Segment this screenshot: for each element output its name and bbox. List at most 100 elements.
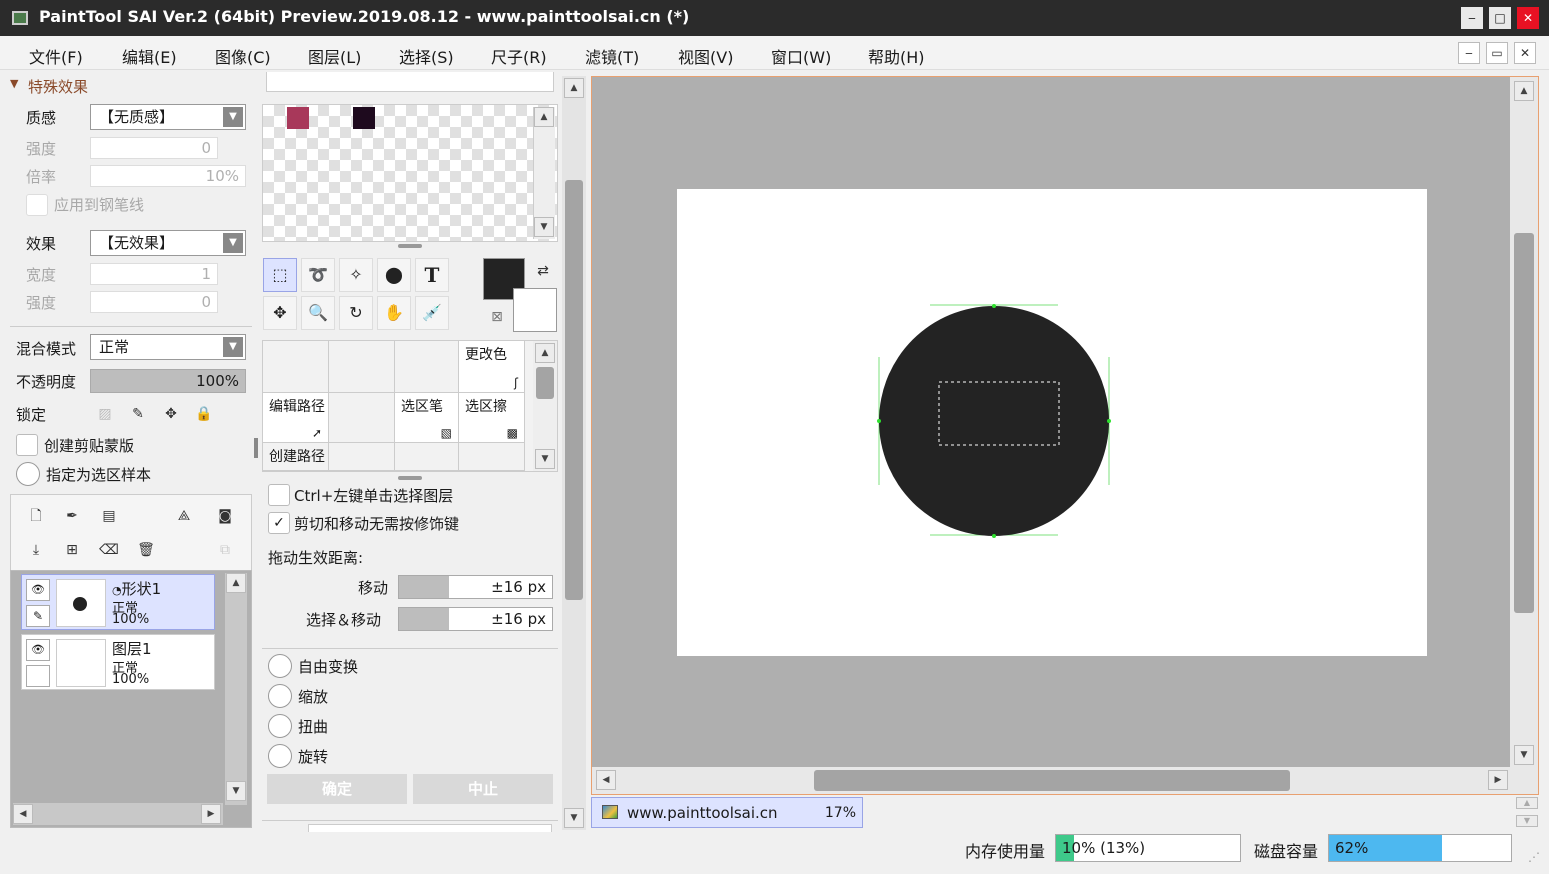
mdi-minimize-button[interactable]: ‒ (1458, 42, 1480, 64)
cancel-button[interactable]: 中止 (413, 774, 553, 804)
grid-cell[interactable] (329, 393, 395, 443)
new-folder-icon[interactable]: ▤ (96, 503, 122, 529)
layer-link-icon[interactable]: ⧉ (212, 537, 238, 563)
close-button[interactable]: ✕ (1517, 7, 1539, 29)
tab-scroll-up-icon[interactable]: ▲ (1516, 797, 1538, 809)
grid-cell[interactable] (459, 443, 525, 471)
move-distance-slider[interactable]: ±16 px (398, 575, 553, 599)
scroll-up-icon[interactable]: ▲ (1514, 81, 1534, 101)
menu-select[interactable]: 选择(S) (399, 44, 454, 68)
menu-filter[interactable]: 滤镜(T) (585, 44, 639, 68)
resize-grip-icon[interactable]: ⋰ (1528, 850, 1540, 864)
menu-edit[interactable]: 编辑(E) (122, 44, 177, 68)
canvas-hscrollbar[interactable]: ◀ ▶ (592, 767, 1538, 794)
document-tab[interactable]: www.painttoolsai.cn 17% (591, 797, 863, 828)
rotate-tool[interactable]: ↻ (339, 296, 373, 330)
circle-shape[interactable] (879, 306, 1109, 536)
effects-header[interactable]: 特殊效果 (28, 76, 88, 97)
shape-tool[interactable]: ⬤ (377, 258, 411, 292)
maximize-button[interactable]: □ (1489, 7, 1511, 29)
tool-panel-scroll-thumb[interactable] (565, 180, 583, 600)
swatch-1[interactable] (353, 107, 375, 129)
layer-item-shape1[interactable]: 👁 ✎ ◔形状1 正常 100% (21, 574, 215, 630)
minimize-button[interactable]: ‒ (1461, 7, 1483, 29)
scroll-down-icon[interactable]: ▼ (534, 217, 554, 237)
grid-cell[interactable] (395, 341, 459, 393)
scroll-up-icon[interactable]: ▲ (534, 107, 554, 127)
color-wheel-area[interactable] (266, 72, 554, 92)
effect-dropdown[interactable]: 【无效果】 ▼ (90, 230, 246, 256)
canvas-viewport[interactable]: ▲ ▼ ◀ ▶ (591, 76, 1539, 795)
text-tool[interactable]: T (415, 258, 449, 292)
clear-layer-icon[interactable]: ⌫ (96, 537, 122, 563)
sel-move-distance-slider[interactable]: ±16 px (398, 607, 553, 631)
anchor-point[interactable] (992, 534, 996, 538)
menu-image[interactable]: 图像(C) (215, 44, 271, 68)
menu-help[interactable]: 帮助(H) (868, 44, 925, 68)
menu-view[interactable]: 视图(V) (678, 44, 733, 68)
scroll-left-icon[interactable]: ◀ (596, 770, 616, 790)
lock-all-icon[interactable]: 🔒 (191, 401, 217, 427)
canvas-hscroll-thumb[interactable] (814, 770, 1290, 791)
scroll-down-icon[interactable]: ▼ (564, 808, 584, 828)
hand-tool[interactable]: ✋ (377, 296, 411, 330)
layer-list-hscrollbar[interactable]: ◀ ▶ (13, 803, 223, 825)
mask-icon[interactable]: ⟁ (171, 503, 197, 529)
free-transform-radio[interactable] (268, 654, 292, 678)
anchor-point[interactable] (1107, 419, 1111, 423)
mdi-close-button[interactable]: ✕ (1514, 42, 1536, 64)
mdi-restore-button[interactable]: ▭ (1486, 42, 1508, 64)
scroll-up-icon[interactable]: ▲ (535, 343, 555, 363)
canvas-svg[interactable] (592, 77, 1538, 767)
sample-radio[interactable] (16, 462, 40, 486)
scroll-right-icon[interactable]: ▶ (201, 804, 221, 824)
tool-panel-scrollbar[interactable]: ▲ ▼ (562, 76, 586, 830)
grid-cell[interactable] (395, 443, 459, 471)
blend-mode-dropdown[interactable]: 正常 ▼ (90, 334, 246, 360)
lock-draw-icon[interactable]: ✎ (125, 401, 151, 427)
zoom-tool[interactable]: 🔍 (301, 296, 335, 330)
swap-colors-icon[interactable]: ⇄ (530, 258, 556, 284)
swatch-scrollbar[interactable]: ▲ ▼ (533, 107, 555, 239)
layer-item-layer1[interactable]: 👁 图层1 正常 100% (21, 634, 215, 690)
transparent-color-icon[interactable]: ⊠ (484, 304, 510, 330)
lasso-tool[interactable]: ➰ (301, 258, 335, 292)
scroll-up-icon[interactable]: ▲ (564, 78, 584, 98)
opacity-slider[interactable]: 100% (90, 369, 246, 393)
new-pen-layer-icon[interactable]: ✒ (59, 503, 85, 529)
shortcut-edit-path[interactable]: 编辑路径 ➚ (263, 393, 329, 443)
menu-ruler[interactable]: 尺子(R) (491, 44, 547, 68)
scroll-down-icon[interactable]: ▼ (226, 781, 246, 801)
layer-lock-box[interactable] (26, 665, 50, 687)
strength-field[interactable]: 0 (90, 137, 218, 159)
canvas-vscroll-thumb[interactable] (1514, 233, 1534, 613)
swatch-0[interactable] (287, 107, 309, 129)
grid-cell[interactable] (329, 443, 395, 471)
layer-list-scrollbar[interactable]: ▲ ▼ (225, 573, 247, 805)
strength2-field[interactable]: 0 (90, 291, 218, 313)
lock-move-icon[interactable]: ✥ (158, 401, 184, 427)
magic-wand-tool[interactable]: ✧ (339, 258, 373, 292)
menu-window[interactable]: 窗口(W) (771, 44, 831, 68)
scroll-right-icon[interactable]: ▶ (1488, 770, 1508, 790)
bottom-field[interactable] (308, 824, 552, 832)
texture-dropdown[interactable]: 【无质感】 ▼ (90, 104, 246, 130)
ok-button[interactable]: 确定 (267, 774, 407, 804)
grid-scrollbar[interactable]: ▲ ▼ (533, 341, 557, 471)
scroll-left-icon[interactable]: ◀ (13, 804, 33, 824)
clip-mask-checkbox[interactable] (16, 434, 38, 456)
grid-scroll-thumb[interactable] (536, 367, 554, 399)
grid-cell[interactable] (329, 341, 395, 393)
tab-scroll-down-icon[interactable]: ▼ (1516, 815, 1538, 827)
collapse-triangle-icon[interactable]: ▼ (10, 77, 18, 90)
width-field[interactable]: 1 (90, 263, 218, 285)
trash-icon[interactable]: 🗑 (133, 537, 159, 563)
shortcut-sel-erase[interactable]: 选区擦 ▩ (459, 393, 525, 443)
distort-radio[interactable] (268, 714, 292, 738)
pencil-icon[interactable]: ✎ (26, 605, 50, 627)
scroll-down-icon[interactable]: ▼ (1514, 745, 1534, 765)
eyedropper-tool[interactable]: 💉 (415, 296, 449, 330)
add-mask-icon[interactable]: ◙ (212, 503, 238, 529)
splitter-handle[interactable] (398, 476, 422, 480)
secondary-color[interactable] (513, 288, 557, 332)
